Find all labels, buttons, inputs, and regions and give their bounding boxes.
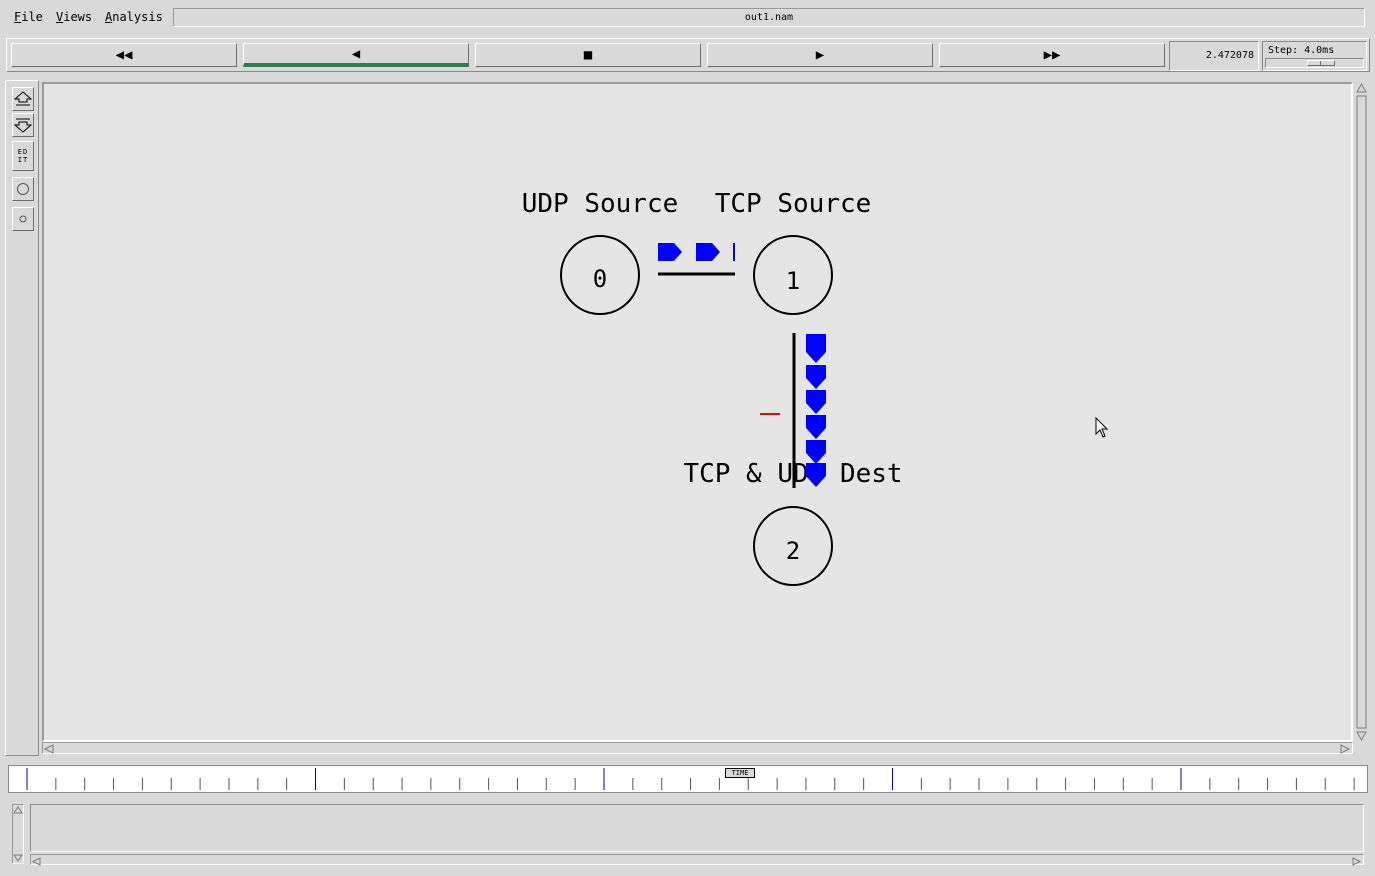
stop-button[interactable]: ■ bbox=[475, 43, 701, 67]
packet bbox=[806, 334, 826, 363]
canvas-vertical-scrollbar[interactable] bbox=[1355, 82, 1368, 742]
packet bbox=[806, 390, 826, 414]
rewind-button[interactable]: ◀◀ bbox=[11, 43, 237, 67]
zoom-out-button[interactable] bbox=[12, 113, 34, 137]
canvas-horizontal-scrollbar[interactable] bbox=[42, 742, 1353, 754]
play-forward-button[interactable]: ▶ bbox=[707, 43, 933, 67]
zoom-out-icon bbox=[14, 118, 32, 133]
scroll-right-icon bbox=[1352, 857, 1362, 866]
packet bbox=[806, 415, 826, 439]
menu-views[interactable]: Views bbox=[56, 10, 92, 24]
packet bbox=[696, 243, 720, 261]
edit-button[interactable]: ED IT bbox=[12, 141, 34, 171]
node-1-label: TCP Source bbox=[715, 189, 872, 219]
step-slider-thumb[interactable] bbox=[1307, 60, 1335, 66]
rewind-icon: ◀◀ bbox=[115, 47, 133, 63]
step-slider[interactable] bbox=[1265, 58, 1364, 68]
window-title: out1.nam bbox=[173, 8, 1365, 27]
step-label: Step: 4.0ms bbox=[1268, 45, 1335, 56]
node-2-label: TCP & UDP Dest bbox=[683, 459, 902, 489]
playback-toolbar: ◀◀ ◀ ■ ▶ ▶▶ 2.472078 Step: 4.0ms bbox=[6, 38, 1370, 72]
scroll-left-icon bbox=[31, 857, 41, 866]
node-0[interactable]: 0 bbox=[560, 235, 640, 315]
stop-icon: ■ bbox=[583, 47, 593, 63]
network-canvas[interactable]: 0 1 2 UDP Source TCP Source TCP & UDP De… bbox=[42, 82, 1353, 742]
mouse-cursor-icon bbox=[1095, 416, 1109, 438]
node-0-label: UDP Source bbox=[522, 189, 679, 219]
time-slider-thumb[interactable]: TIME bbox=[725, 768, 755, 778]
annotation-vertical-scrollbar[interactable] bbox=[12, 804, 24, 864]
topology-view: 0 1 2 UDP Source TCP Source TCP & UDP De… bbox=[522, 189, 1109, 586]
node-id: 0 bbox=[593, 265, 607, 293]
packet bbox=[658, 243, 682, 261]
zoom-in-icon bbox=[14, 91, 32, 106]
node-1[interactable]: 1 bbox=[753, 235, 833, 315]
timeline-ticks bbox=[26, 768, 1355, 790]
scroll-up-icon bbox=[13, 806, 23, 814]
fast-forward-button[interactable]: ▶▶ bbox=[939, 43, 1165, 67]
annotation-panel[interactable] bbox=[30, 804, 1364, 852]
circle-small-icon bbox=[19, 215, 27, 223]
node-id: 1 bbox=[786, 267, 800, 295]
scroll-down-icon bbox=[1356, 731, 1367, 742]
circle-large-icon bbox=[17, 183, 29, 195]
scroll-down-icon bbox=[13, 854, 23, 862]
fast-forward-icon: ▶▶ bbox=[1043, 47, 1061, 63]
annotation-horizontal-scrollbar[interactable] bbox=[30, 854, 1364, 866]
play-backward-icon: ◀ bbox=[351, 45, 361, 62]
tool-panel: ED IT bbox=[5, 80, 39, 756]
packet bbox=[806, 365, 826, 389]
scroll-up-icon bbox=[1356, 82, 1367, 93]
menu-bar: File Views Analysis out1.nam bbox=[0, 0, 1375, 34]
timeline-slider[interactable]: TIME bbox=[8, 765, 1368, 793]
scroll-left-icon bbox=[43, 744, 54, 754]
current-time-display: 2.472078 bbox=[1169, 41, 1259, 71]
packet bbox=[733, 243, 735, 261]
step-control: Step: 4.0ms bbox=[1262, 41, 1367, 71]
node-2[interactable]: 2 bbox=[753, 506, 833, 586]
zoom-in-button[interactable] bbox=[12, 87, 34, 111]
small-node-button[interactable] bbox=[12, 207, 34, 231]
play-forward-icon: ▶ bbox=[815, 47, 825, 63]
node-id: 2 bbox=[786, 537, 800, 565]
play-backward-button[interactable]: ◀ bbox=[243, 43, 469, 67]
scroll-right-icon bbox=[1340, 744, 1351, 754]
scroll-thumb bbox=[1356, 95, 1367, 729]
large-node-button[interactable] bbox=[12, 177, 34, 201]
menu-file[interactable]: File bbox=[14, 10, 43, 24]
menu-analysis[interactable]: Analysis bbox=[105, 10, 163, 24]
